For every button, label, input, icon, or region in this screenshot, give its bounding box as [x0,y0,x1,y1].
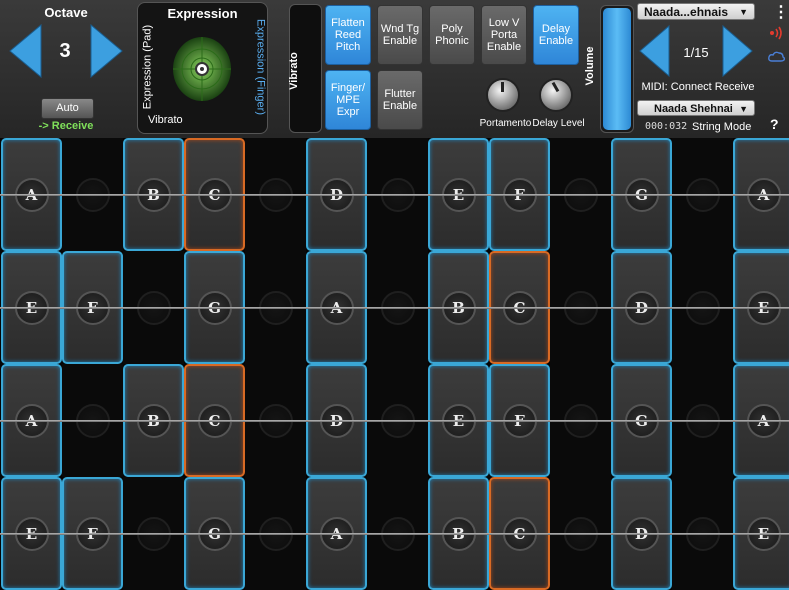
string-line [0,193,789,196]
radar-target-icon [173,37,231,101]
wifi-signal-icon [770,26,782,40]
portamento-knob[interactable] [486,78,520,112]
preset-counter: 1/15 [683,45,709,60]
low-v-porta-enable-toggle[interactable]: Low V Porta Enable [481,5,527,65]
portamento-label: Portamento [479,118,532,129]
string-line [0,419,789,422]
delay-level-knob[interactable] [539,78,573,112]
flatten-reed-pitch-toggle[interactable]: Flatten Reed Pitch [325,5,371,65]
preset-dropdown[interactable]: Naada...ehnais ▼ [637,3,755,20]
instrument-dropdown[interactable]: Naada Shehnai ▼ [637,100,755,116]
instrument-name: Naada Shehnai [654,103,733,115]
expression-title: Expression [167,6,238,21]
string-line [0,306,789,309]
flutter-enable-toggle[interactable]: Flutter Enable [377,70,423,130]
chevron-left-icon [9,24,42,78]
note-pad-grid: ABCDEFGAEFGABCDEABCDEFGAEFGABCDE [0,138,789,590]
octave-title: Octave [44,5,88,20]
auto-button[interactable]: Auto [41,98,94,119]
delay-enable-toggle[interactable]: Delay Enable [533,5,579,65]
chevron-right-icon [90,24,123,78]
wind-tongue-enable-toggle[interactable]: Wnd Tg Enable [377,5,423,65]
expression-vibrato-label: Vibrato [148,114,183,126]
delay-level-label: Delay Level [532,118,585,129]
help-icon[interactable]: ? [770,116,779,132]
kebab-menu-icon[interactable]: ⋮ [773,2,789,22]
preset-name: Naada...ehnais [644,5,729,19]
expression-finger-label: Expression (Finger) [254,19,267,115]
preset-next-button[interactable] [722,25,754,77]
octave-up-button[interactable] [90,24,124,78]
cloud-icon[interactable] [768,50,786,62]
octave-down-button[interactable] [8,24,42,78]
expression-pad-label: Expression (Pad) [141,24,154,110]
preset-code: 000:032 [645,121,688,132]
chevron-down-icon: ▼ [739,7,748,17]
volume-fill [603,8,631,130]
receive-label: -> Receive [38,120,94,132]
finger-mpe-expr-toggle[interactable]: Finger/ MPE Expr [325,70,371,130]
chevron-left-icon [639,25,670,77]
volume-slider[interactable] [600,5,634,133]
string-line [0,532,789,535]
top-control-bar: Octave 3 Auto -> Receive Expression Expr… [0,0,789,140]
midi-status: MIDI: Connect Receive [641,81,755,93]
preset-prev-button[interactable] [638,25,670,77]
string-mode-label: String Mode [692,121,752,133]
vibrato-slot-label: Vibrato [288,52,300,90]
octave-value: 3 [59,40,71,62]
polyphonic-toggle[interactable]: Poly Phonic [429,5,475,65]
chevron-right-icon [722,25,753,77]
expression-xy-pad[interactable]: Expression Expression (Pad) Expression (… [137,2,268,134]
chevron-down-icon: ▼ [739,104,748,114]
volume-label: Volume [584,46,596,86]
